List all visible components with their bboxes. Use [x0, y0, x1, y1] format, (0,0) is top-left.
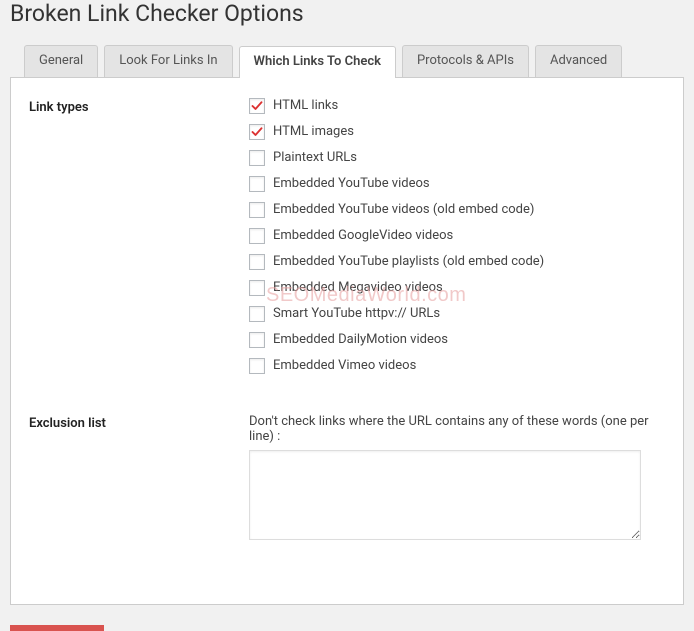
link-type-option[interactable]: Plaintext URLs: [249, 150, 665, 166]
link-type-label: Embedded YouTube playlists (old embed co…: [273, 254, 544, 269]
link-types-label: Link types: [29, 98, 249, 115]
checkbox[interactable]: [249, 176, 265, 192]
link-type-label: Embedded DailyMotion videos: [273, 332, 448, 347]
checkbox[interactable]: [249, 228, 265, 244]
settings-panel: Link types HTML links HTML images Plaintex…: [10, 77, 684, 605]
checkbox[interactable]: [249, 98, 265, 114]
checkbox[interactable]: [249, 202, 265, 218]
link-type-label: HTML images: [273, 124, 354, 139]
link-type-label: Embedded GoogleVideo videos: [273, 228, 453, 243]
exclusion-list-field: Don't check links where the URL contains…: [249, 414, 665, 544]
save-button[interactable]: [10, 625, 104, 631]
link-type-option[interactable]: HTML links: [249, 98, 665, 114]
link-type-option[interactable]: Embedded YouTube playlists (old embed co…: [249, 254, 665, 270]
link-type-option[interactable]: Embedded Megavideo videos: [249, 280, 665, 296]
checkbox[interactable]: [249, 150, 265, 166]
tab-protocols-apis[interactable]: Protocols & APIs: [402, 45, 529, 77]
checkbox[interactable]: [249, 124, 265, 140]
link-type-label: Embedded Megavideo videos: [273, 280, 443, 295]
checkbox[interactable]: [249, 280, 265, 296]
tab-look-for-links-in[interactable]: Look For Links In: [104, 45, 232, 77]
link-type-label: Embedded YouTube videos (old embed code): [273, 202, 534, 217]
link-type-option[interactable]: HTML images: [249, 124, 665, 140]
link-type-option[interactable]: Embedded YouTube videos (old embed code): [249, 202, 665, 218]
link-type-label: Plaintext URLs: [273, 150, 357, 165]
checkbox[interactable]: [249, 358, 265, 374]
link-type-label: Smart YouTube httpv:// URLs: [273, 306, 440, 321]
link-type-label: Embedded Vimeo videos: [273, 358, 416, 373]
row-link-types: Link types HTML links HTML images Plaintex…: [29, 98, 665, 384]
link-type-label: Embedded YouTube videos: [273, 176, 430, 191]
row-exclusion-list: Exclusion list Don't check links where t…: [29, 414, 665, 544]
link-type-option[interactable]: Embedded Vimeo videos: [249, 358, 665, 374]
exclusion-list-label: Exclusion list: [29, 414, 249, 431]
exclusion-list-description: Don't check links where the URL contains…: [249, 414, 665, 444]
link-type-option[interactable]: Smart YouTube httpv:// URLs: [249, 306, 665, 322]
link-type-label: HTML links: [273, 98, 338, 113]
checkbox[interactable]: [249, 306, 265, 322]
checkbox[interactable]: [249, 332, 265, 348]
tabs-nav: General Look For Links In Which Links To…: [10, 45, 684, 77]
tab-which-links-to-check[interactable]: Which Links To Check: [239, 46, 396, 78]
link-type-option[interactable]: Embedded YouTube videos: [249, 176, 665, 192]
check-icon: [251, 100, 263, 112]
tab-general[interactable]: General: [24, 45, 98, 77]
check-icon: [251, 126, 263, 138]
link-type-option[interactable]: Embedded GoogleVideo videos: [249, 228, 665, 244]
link-types-field: HTML links HTML images Plaintext URLs Embed…: [249, 98, 665, 384]
exclusion-list-textarea[interactable]: [249, 450, 641, 540]
tab-advanced[interactable]: Advanced: [535, 45, 622, 77]
checkbox[interactable]: [249, 254, 265, 270]
link-type-option[interactable]: Embedded DailyMotion videos: [249, 332, 665, 348]
page-title: Broken Link Checker Options: [10, 0, 684, 27]
